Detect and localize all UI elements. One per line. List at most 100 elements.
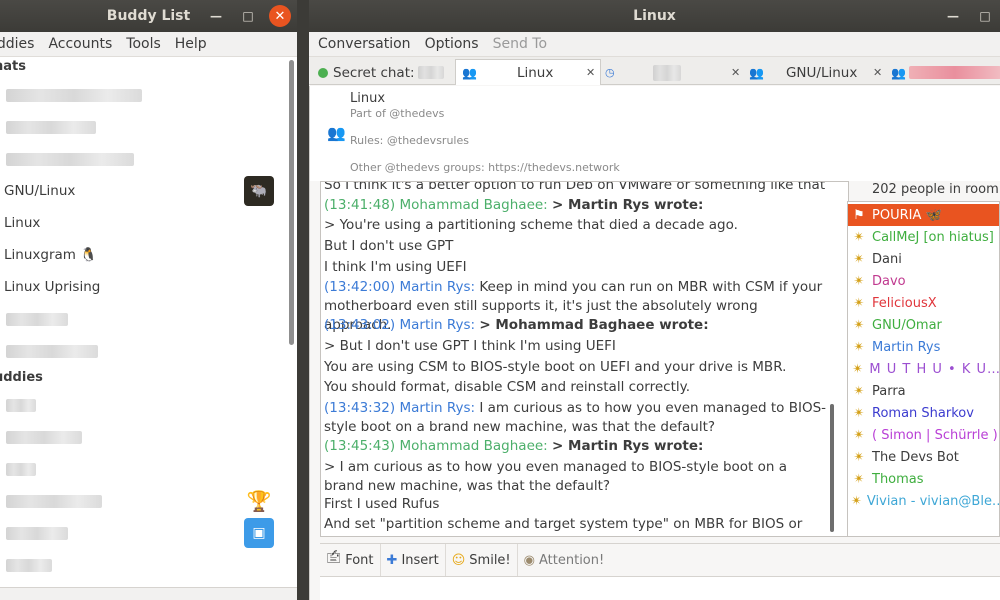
smiley-icon: ☺ [451, 552, 466, 568]
message-timestamp: (13:41:48) [324, 197, 396, 213]
room-member[interactable]: ✴ The Devs Bot [848, 446, 999, 468]
list-item[interactable] [0, 79, 286, 111]
maximize-icon[interactable]: □ [237, 5, 259, 27]
buddy-item-linux[interactable]: Linux [0, 207, 286, 239]
tab-pink-blurred[interactable]: 👥 [887, 60, 1000, 85]
tab-blurred[interactable]: ◷ ✕ [603, 60, 743, 85]
chat-topic-area: Linux Part of @thedevs 👥 Rules: @thedevs… [309, 86, 1000, 181]
message-sender: Martin Rys: [399, 317, 476, 333]
smile-label: Smile! [469, 552, 511, 568]
conversation-menubar: Conversation Options Send To [309, 32, 1000, 57]
room-member-name: ( Simon | Schürrle ) [872, 427, 998, 443]
room-member-name: CallMeJ [on hiatus] [872, 229, 994, 245]
member-status-icon: ✴ [853, 273, 865, 289]
window-border [309, 86, 310, 600]
attention-button[interactable]: ◉ Attention! [518, 544, 611, 577]
message-timestamp: (13:43:32) [324, 400, 396, 416]
member-status-icon: ✴ [853, 383, 865, 399]
buddy-list-titlebar: Buddy List — □ ✕ [0, 0, 297, 32]
close-icon[interactable]: ✕ [269, 5, 291, 27]
buddy-item-label: Linuxgram 🐧 [4, 247, 98, 263]
buddy-item-label: GNU/Linux [4, 183, 76, 199]
tab-label: Secret chat: [333, 64, 415, 81]
tab-secret-chat[interactable]: Secret chat: [318, 60, 453, 85]
list-item[interactable]: ▣ [0, 517, 286, 549]
list-item[interactable]: 🏆 [0, 485, 286, 517]
list-item[interactable] [0, 389, 286, 421]
message-line: First I used Rufus [324, 496, 440, 512]
buddy-list-status-bar [0, 587, 297, 600]
list-item[interactable] [0, 335, 286, 367]
tab-linux[interactable]: 👥 Linux ✕ [455, 59, 601, 85]
desktop-gap [297, 0, 309, 600]
room-member-name: Roman Sharkov [872, 405, 974, 421]
room-member[interactable]: ✴ FeliciousX [848, 292, 999, 314]
room-member[interactable]: ✴ Martin Rys [848, 336, 999, 358]
menu-options[interactable]: Options [425, 36, 479, 52]
buddy-list-menubar: uddies Accounts Tools Help [0, 32, 297, 57]
close-tab-icon[interactable]: ✕ [873, 66, 882, 79]
message-input[interactable] [320, 576, 1000, 600]
list-item[interactable] [0, 303, 286, 335]
menu-buddies[interactable]: uddies [0, 36, 34, 52]
insert-label: Insert [401, 552, 439, 568]
room-member[interactable]: ✴ Vivian - vivian@Ble… [848, 490, 999, 512]
minimize-icon[interactable]: — [205, 5, 227, 27]
group-header-buddies[interactable]: uddies [0, 370, 43, 385]
menu-accounts[interactable]: Accounts [48, 36, 112, 52]
buddy-item-linuxgram[interactable]: Linuxgram 🐧 [0, 239, 286, 271]
conversation-title: Linux [633, 8, 676, 24]
room-member-name: Martin Rys [872, 339, 941, 355]
smile-button[interactable]: ☺ Smile! [446, 543, 518, 577]
conversation-tabs: Secret chat: 👥 Linux ✕ ◷ ✕ 👥 GNU/Linux ✕… [309, 57, 1000, 85]
room-member[interactable]: ✴ CallMeJ [on hiatus] [848, 226, 999, 248]
room-member[interactable]: ✴ ( Simon | Schürrle ) [848, 424, 999, 446]
list-item[interactable] [0, 549, 286, 581]
group-chat-icon: 👥 [327, 124, 346, 142]
room-member-name: FeliciousX [872, 295, 937, 311]
menu-conversation[interactable]: Conversation [318, 36, 411, 52]
room-member[interactable]: ✴ Davo [848, 270, 999, 292]
menu-help[interactable]: Help [175, 36, 207, 52]
list-item[interactable] [0, 143, 286, 175]
topic-rules: Rules: @thedevsrules [350, 134, 469, 147]
message-quote: > Martin Rys wrote: [552, 197, 704, 213]
chat-log-scrollbar[interactable] [830, 404, 834, 532]
buddy-item-label: Linux [4, 215, 41, 231]
room-member[interactable]: ✴ Parra [848, 380, 999, 402]
message-line: > I am curious as to how you even manage… [324, 459, 788, 494]
list-item[interactable] [0, 111, 286, 143]
tab-gnu-linux[interactable]: 👥 GNU/Linux ✕ [745, 60, 883, 85]
insert-button[interactable]: ✚ Insert [381, 543, 446, 577]
maximize-icon[interactable]: □ [974, 5, 996, 27]
room-member[interactable]: ✴ M U T H U • K U… [848, 358, 999, 380]
chat-message-log[interactable]: So I think it's a better option to run D… [320, 181, 849, 537]
buddy-list-scrollbar[interactable] [289, 60, 294, 345]
group-header-chats[interactable]: hats [0, 59, 26, 74]
room-member[interactable]: ✴ Roman Sharkov [848, 402, 999, 424]
room-member[interactable]: ✴ GNU/Omar [848, 314, 999, 336]
buddy-list-window: Buddy List — □ ✕ uddies Accounts Tools H… [0, 0, 297, 600]
room-member[interactable]: ✴ Dani [848, 248, 999, 270]
message-line: > You're using a partitioning scheme tha… [324, 217, 738, 233]
menu-tools[interactable]: Tools [126, 36, 161, 52]
member-status-icon: ✴ [853, 317, 865, 333]
room-member[interactable]: ⚑ POURIA 🦋 [848, 204, 999, 226]
minimize-icon[interactable]: — [942, 5, 964, 27]
list-item[interactable] [0, 421, 286, 453]
member-status-icon: ✴ [852, 361, 864, 377]
attention-icon: ◉ [523, 552, 535, 568]
buddy-item-linux-uprising[interactable]: Linux Uprising [0, 271, 286, 303]
message-quote: > Mohammad Baghaee wrote: [479, 317, 709, 333]
topic-part-of: Part of @thedevs [350, 107, 445, 120]
member-status-icon: ✴ [853, 295, 865, 311]
close-tab-icon[interactable]: ✕ [586, 66, 595, 79]
message-header: (13:43:32) Martin Rys: I am curious as t… [324, 399, 829, 437]
list-item[interactable] [0, 453, 286, 485]
room-member[interactable]: ✴ Thomas [848, 468, 999, 490]
close-tab-icon[interactable]: ✕ [731, 66, 740, 79]
menu-send-to[interactable]: Send To [493, 36, 547, 52]
buddy-item-gnu-linux[interactable]: GNU/Linux 🐃 [0, 175, 286, 207]
room-member-name: Parra [872, 383, 906, 399]
font-button[interactable]: 🖆 Font [320, 543, 381, 577]
